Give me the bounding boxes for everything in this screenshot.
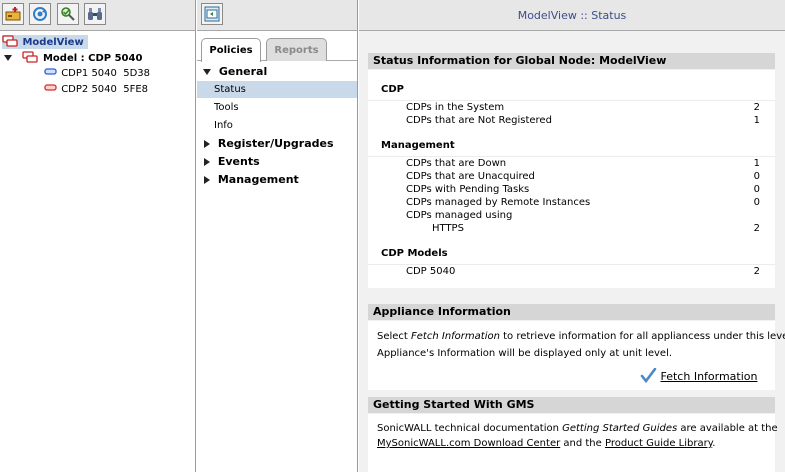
fetch-information-button[interactable]: Fetch Information: [640, 367, 758, 384]
appliance-text-line: Select Fetch Information to retrieve inf…: [377, 331, 785, 342]
cdp-models-group-title: CDP Models: [381, 248, 448, 259]
text: are available at the: [677, 423, 778, 434]
stat-row: CDPs that are Down 1: [368, 157, 775, 170]
status-section-heading: Status Information for Global Node: Mode…: [368, 53, 775, 69]
text: to retrieve information for all applianc…: [499, 331, 785, 342]
stat-label: CDPs with Pending Tasks: [406, 184, 530, 195]
expand-arrow-icon: [204, 140, 210, 148]
tab-reports[interactable]: Reports: [266, 38, 327, 61]
unit-down-icon: [44, 84, 57, 91]
stat-row: HTTPS 2: [368, 222, 775, 235]
model-view-icon: [2, 35, 18, 47]
getting-started-links-line: MySonicWALL.com Download Center and the …: [377, 438, 715, 449]
nav-group-register-upgrades[interactable]: Register/Upgrades: [197, 135, 357, 152]
stat-row: CDPs managed by Remote Instances 0: [368, 196, 775, 209]
text: Select: [377, 331, 412, 342]
stat-row: CDPs in the System 2: [368, 101, 775, 114]
stat-value: 0: [753, 184, 760, 195]
getting-started-section-heading: Getting Started With GMS: [368, 397, 775, 413]
content-toolbar: ModelView :: Status: [359, 0, 785, 31]
page-title: ModelView :: Status: [517, 9, 627, 22]
checkmark-icon: [640, 367, 657, 384]
stat-value: 2: [753, 102, 760, 113]
nav-group-general-label: General: [218, 65, 268, 78]
tree-unit-item[interactable]: CDP1 5040 5D38: [44, 67, 150, 81]
nav-group-events[interactable]: Events: [197, 153, 357, 170]
tab-policies-label: Policies: [209, 45, 253, 56]
nav-group-management[interactable]: Management: [197, 171, 357, 188]
content-pane: ModelView :: Status Status Information f…: [359, 0, 785, 472]
management-group-title: Management: [381, 140, 455, 151]
collapse-arrow-icon: [203, 69, 211, 75]
nav-item-status[interactable]: Status: [197, 81, 357, 98]
tree-model-label: Model : CDP 5040: [42, 53, 143, 64]
emphasis-text: Getting Started Guides: [562, 423, 678, 434]
emphasis-text: Fetch Information: [411, 331, 500, 342]
getting-started-text-line: SonicWALL technical documentation Gettin…: [377, 423, 778, 434]
stat-value: 0: [753, 197, 760, 208]
stat-label: CDPs in the System: [406, 102, 505, 113]
appliance-text-line: Appliance's Information will be displaye…: [377, 348, 673, 359]
text: SonicWALL technical documentation: [377, 423, 563, 434]
stat-row: CDPs that are Unacquired 0: [368, 170, 775, 183]
text: and the: [560, 438, 605, 449]
stat-row: CDPs that are Not Registered 1: [368, 114, 775, 127]
stat-row: CDPs managed using: [368, 209, 775, 222]
fetch-information-link[interactable]: Fetch Information: [661, 370, 758, 383]
expand-arrow-icon[interactable]: [4, 55, 12, 61]
stat-value: 2: [753, 266, 760, 277]
tree-model-item[interactable]: Model : CDP 5040: [4, 51, 142, 65]
tab-policies[interactable]: Policies: [201, 38, 261, 62]
nav-item-tools-label: Tools: [214, 102, 239, 113]
nav-group-management-label: Management: [217, 173, 299, 186]
stat-label: CDPs managed using: [406, 210, 513, 221]
nav-item-tools[interactable]: Tools: [197, 99, 357, 116]
stat-value: 1: [753, 115, 760, 126]
appliance-section-heading: Appliance Information: [368, 304, 775, 320]
nav-group-general[interactable]: General: [197, 63, 357, 80]
stat-label: CDPs that are Not Registered: [406, 115, 552, 126]
stat-value: 2: [753, 223, 760, 234]
tab-bar: Policies Reports: [197, 31, 357, 62]
tree-unit-item[interactable]: CDP2 5040 5FE8: [44, 83, 148, 97]
tree-root-item[interactable]: ModelView: [2, 35, 88, 49]
stat-label: CDPs that are Unacquired: [406, 171, 535, 182]
nav-item-info[interactable]: Info: [197, 117, 357, 134]
nav-item-status-label: Status: [214, 84, 246, 95]
expand-arrow-icon: [204, 158, 210, 166]
unit-online-icon: [44, 68, 57, 75]
stat-label: CDPs managed by Remote Instances: [406, 197, 591, 208]
tree-unit-label: CDP2 5040 5FE8: [61, 84, 149, 95]
text: .: [712, 438, 716, 449]
stat-row: CDPs with Pending Tasks 0: [368, 183, 775, 196]
tree-root-label: ModelView: [22, 37, 84, 48]
nav-item-info-label: Info: [214, 120, 233, 131]
nav-group-events-label: Events: [217, 155, 260, 168]
expand-arrow-icon: [204, 176, 210, 184]
tree-unit-label: CDP1 5040 5D38: [61, 68, 151, 79]
stat-label: HTTPS: [432, 223, 464, 234]
tree-pane: ModelView Model : CDP 5040 CDP1 5040 5D3…: [0, 0, 196, 472]
nav-pane: Policies Reports General Status Tools In…: [197, 0, 358, 472]
stat-label: CDP 5040: [406, 266, 456, 277]
tab-reports-label: Reports: [274, 44, 319, 56]
stat-value: 0: [753, 171, 760, 182]
product-guide-library-link[interactable]: Product Guide Library: [605, 438, 712, 449]
stat-value: 1: [753, 158, 760, 169]
stat-row: CDP 5040 2: [368, 265, 775, 278]
cdp-group-title: CDP: [381, 84, 404, 95]
download-center-link[interactable]: MySonicWALL.com Download Center: [377, 438, 560, 449]
model-group-icon: [22, 51, 39, 63]
stat-label: CDPs that are Down: [406, 158, 507, 169]
nav-group-register-upgrades-label: Register/Upgrades: [217, 137, 334, 150]
